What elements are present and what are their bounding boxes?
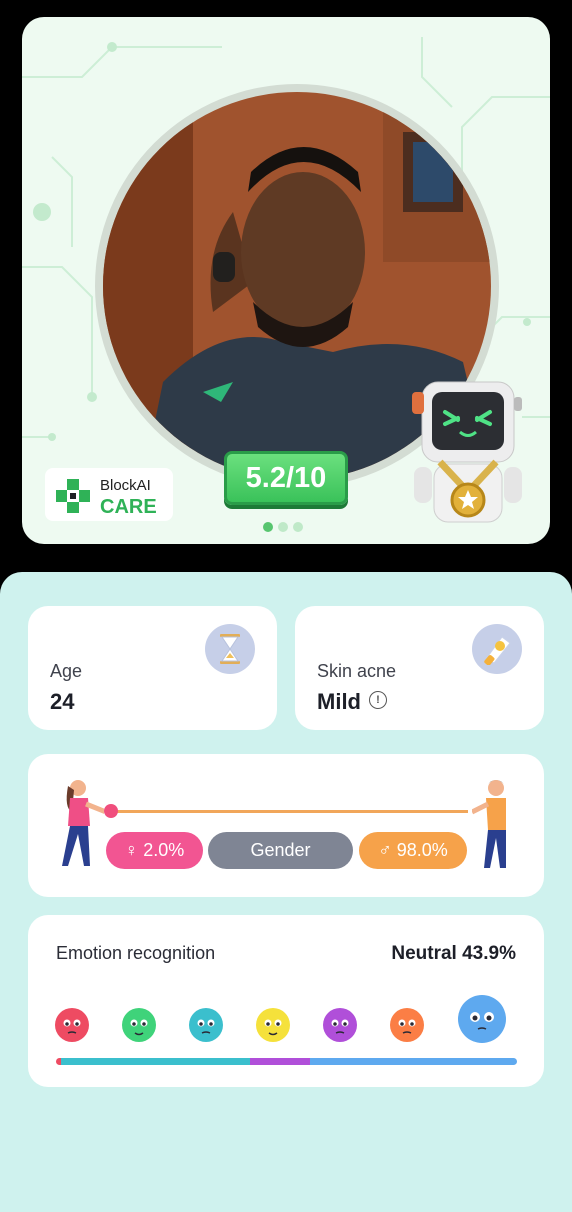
skin-acne-card: Skin acne Mild! <box>295 606 544 730</box>
calm-face-icon <box>256 1008 290 1042</box>
brand-name-line1: BlockAI <box>100 477 151 494</box>
info-icon[interactable]: ! <box>369 691 387 710</box>
neutral-face-icon <box>458 995 506 1043</box>
male-figure-icon <box>472 780 506 868</box>
skin-acne-value: Mild <box>317 689 361 714</box>
age-label: Age <box>50 661 83 681</box>
emotion-distribution-bar <box>56 1058 517 1065</box>
medical-cross-icon <box>56 479 90 513</box>
happy-face-icon <box>122 1008 156 1042</box>
female-percentage: ♀ 2.0% <box>106 832 203 869</box>
skin-acne-value-row: Mild! <box>317 689 387 715</box>
male-percentage: ♂ 98.0% <box>359 832 467 869</box>
emotion-bar-segment-4 <box>309 1058 517 1065</box>
fear-face-icon <box>390 1008 424 1042</box>
carousel-dot-1[interactable] <box>263 522 273 532</box>
hourglass-icon <box>205 624 255 674</box>
female-figure-icon <box>62 780 104 866</box>
result-image-card: BlockAI CARE 5.2/10 <box>22 17 550 544</box>
emotion-bar-segment-2 <box>60 1058 250 1065</box>
emotion-card: Emotion recognition Neutral 43.9% <box>28 915 544 1087</box>
tug-rope <box>110 810 468 813</box>
emotion-bar-segment-3 <box>249 1058 310 1065</box>
carousel-dot-2[interactable] <box>278 522 288 532</box>
gender-label: Gender <box>208 832 353 869</box>
brand-logo: BlockAI CARE <box>45 468 173 521</box>
age-card: Age 24 <box>28 606 277 730</box>
score-badge: 5.2/10 <box>224 451 348 505</box>
robot-mascot-icon <box>412 381 522 523</box>
skin-acne-label: Skin acne <box>317 661 397 681</box>
sad-face-icon <box>189 1008 223 1042</box>
rope-marker <box>104 804 118 818</box>
age-value: 24 <box>50 689 75 714</box>
surprised-face-icon <box>323 1008 357 1042</box>
angry-face-icon <box>55 1008 89 1042</box>
sunscreen-tube-icon <box>472 624 522 674</box>
analysis-panel: Age 24 Skin acne Mild! ♀ 2.0% Gender ♂ 9… <box>0 572 572 1212</box>
carousel-dot-3[interactable] <box>293 522 303 532</box>
carousel-indicator[interactable] <box>263 522 303 532</box>
gender-card: ♀ 2.0% Gender ♂ 98.0% <box>28 754 544 897</box>
brand-name-line2: CARE <box>100 496 157 518</box>
